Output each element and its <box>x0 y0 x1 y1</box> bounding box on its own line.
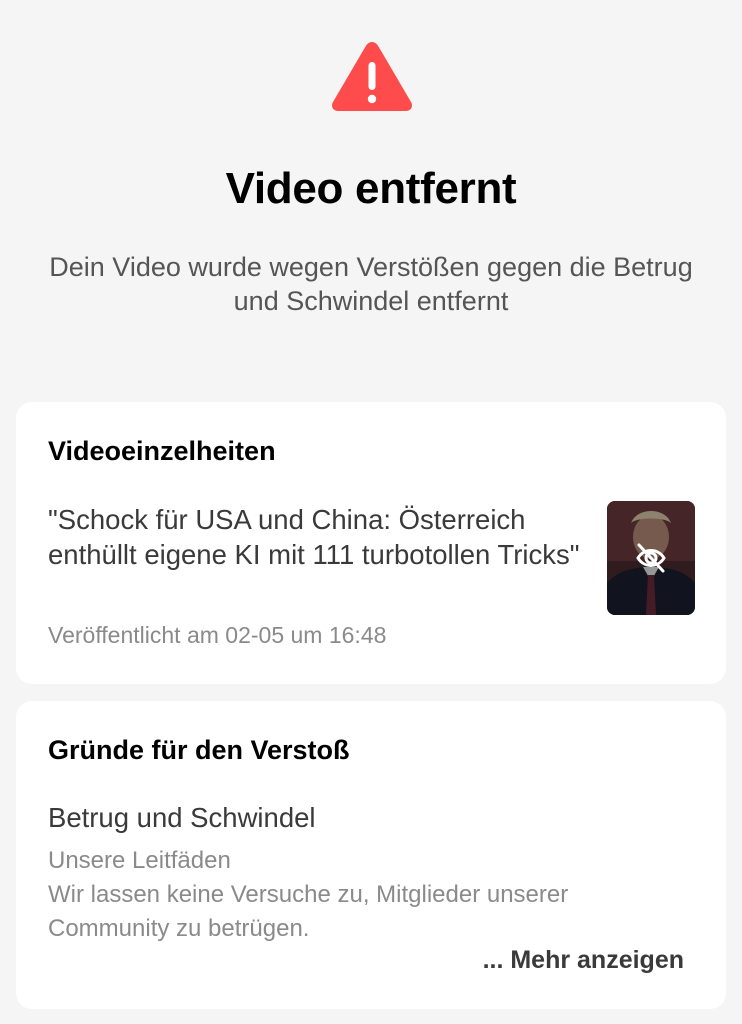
page-title: Video entfernt <box>225 164 517 213</box>
published-date: Veröffentlicht am 02-05 um 16:48 <box>48 622 387 648</box>
removal-explanation: Dein Video wurde wegen Verstößen gegen d… <box>49 252 693 316</box>
violation-reasons-heading: Gründe für den Verstoß <box>48 735 350 765</box>
video-thumbnail[interactable] <box>607 501 695 615</box>
video-details-card: Videoeinzelheiten "Schock für USA und Ch… <box>16 402 726 684</box>
violation-reason: Betrug und Schwindel <box>48 802 316 833</box>
warning-triangle-icon <box>332 42 412 111</box>
show-more-link[interactable]: ... Mehr anzeigen <box>483 946 684 975</box>
guidelines-text: Wir lassen keine Versuche zu, Mitglieder… <box>48 881 569 942</box>
guidelines-label: Unsere Leitfäden <box>48 847 231 874</box>
video-details-heading: Videoeinzelheiten <box>48 436 276 466</box>
video-title: "Schock für USA und China: Österreich en… <box>48 504 580 570</box>
thumbnail-image <box>607 501 695 615</box>
violation-reasons-card: Gründe für den Verstoß Betrug und Schwin… <box>16 701 726 1009</box>
